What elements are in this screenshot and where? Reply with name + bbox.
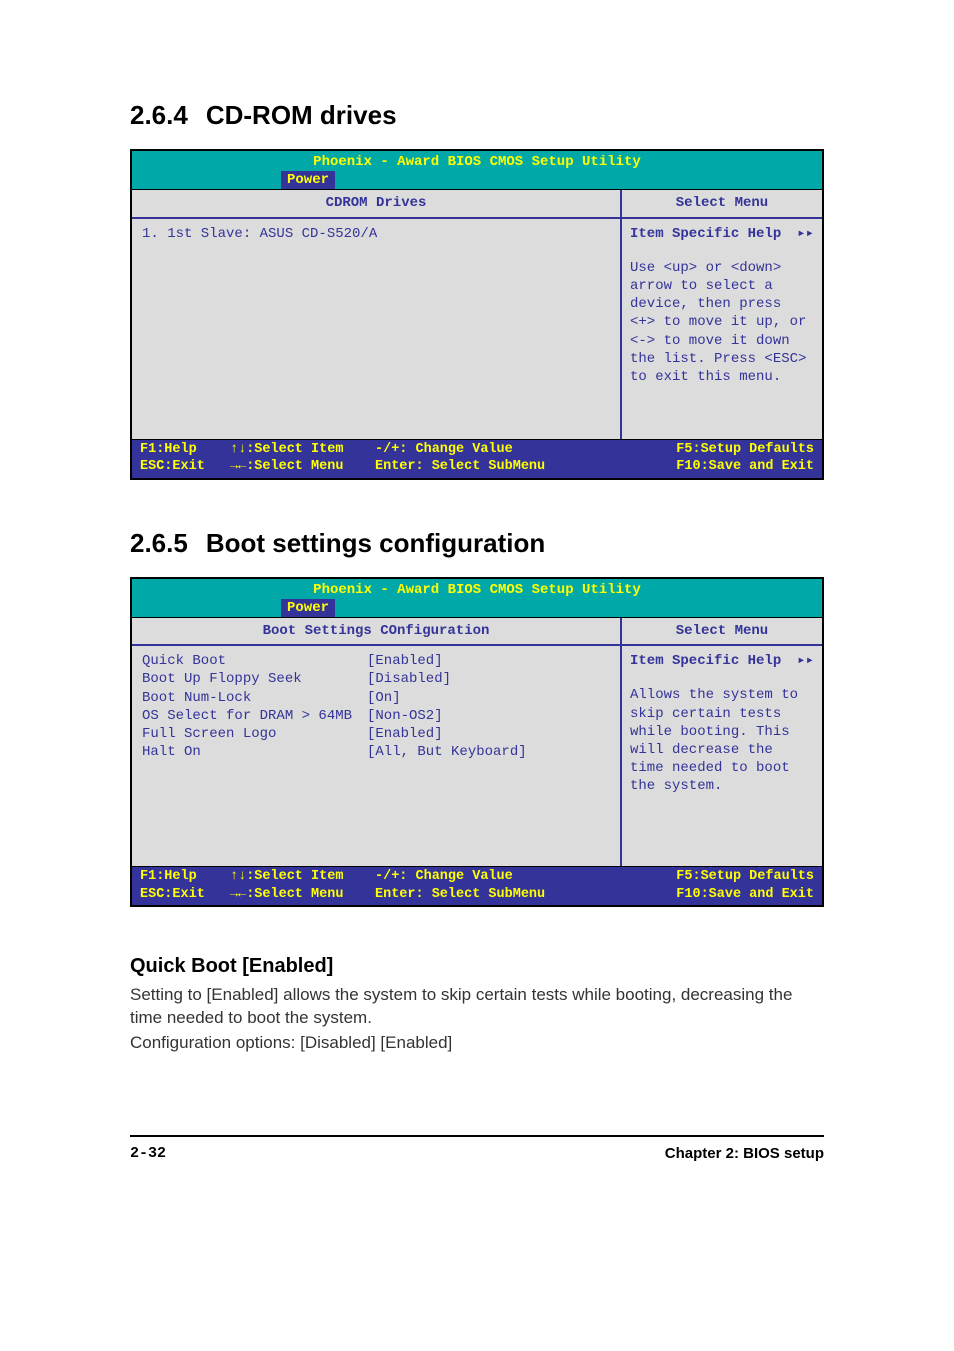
bios-help-title: Item Specific Help▸▸ <box>630 652 814 670</box>
section-number: 2.6.5 <box>130 528 188 558</box>
bios-left-content: Quick Boot[Enabled] Boot Up Floppy Seek[… <box>132 646 620 866</box>
bios-help-pane: Item Specific Help▸▸ Allows the system t… <box>622 646 822 866</box>
setting-label: Boot Num-Lock <box>142 689 367 707</box>
bios-header: Phoenix - Award BIOS CMOS Setup Utility … <box>132 579 822 617</box>
bios-screenshot-cdrom: Phoenix - Award BIOS CMOS Setup Utility … <box>130 149 824 480</box>
page-footer: 2-32 Chapter 2: BIOS setup <box>130 1135 824 1162</box>
bios-body: CDROM Drives 1. 1st Slave: ASUS CD-S520/… <box>132 189 822 438</box>
setting-value: [Disabled] <box>367 670 610 688</box>
body-paragraph: Setting to [Enabled] allows the system t… <box>130 984 824 1030</box>
bios-help-title: Item Specific Help▸▸ <box>630 225 814 243</box>
footer-col1: F1:Help ESC:Exit <box>140 441 230 476</box>
bios-active-tab: Power <box>277 171 339 189</box>
setting-row: Quick Boot[Enabled] <box>142 652 610 670</box>
footer-col4: F5:Setup Defaults F10:Save and Exit <box>676 441 814 476</box>
bios-body: Boot Settings COnfiguration Quick Boot[E… <box>132 617 822 866</box>
bios-header: Phoenix - Award BIOS CMOS Setup Utility … <box>132 151 822 189</box>
setting-label: Boot Up Floppy Seek <box>142 670 367 688</box>
setting-value: [Enabled] <box>367 652 610 670</box>
setting-value: [Enabled] <box>367 725 610 743</box>
body-paragraph: Configuration options: [Disabled] [Enabl… <box>130 1032 824 1055</box>
footer-col2: ↑↓:Select Item →←:Select Menu <box>230 868 375 903</box>
setting-value: [Non-OS2] <box>367 707 610 725</box>
setting-row: Boot Num-Lock[On] <box>142 689 610 707</box>
bios-help-pane: Item Specific Help▸▸ Use <up> or <down> … <box>622 219 822 439</box>
section-number: 2.6.4 <box>130 100 188 130</box>
setting-label: Full Screen Logo <box>142 725 367 743</box>
bios-right-pane: Select Menu Item Specific Help▸▸ Allows … <box>622 618 822 866</box>
bios-item-row: 1. 1st Slave: ASUS CD-S520/A <box>142 225 610 243</box>
bios-left-header: CDROM Drives <box>132 190 620 218</box>
setting-value: [On] <box>367 689 610 707</box>
bios-app-title: Phoenix - Award BIOS CMOS Setup Utility <box>132 151 822 171</box>
setting-label: Halt On <box>142 743 367 761</box>
setting-row: Halt On[All, But Keyboard] <box>142 743 610 761</box>
bios-right-header: Select Menu <box>622 190 822 218</box>
bios-left-pane: Boot Settings COnfiguration Quick Boot[E… <box>132 618 622 866</box>
bios-right-header: Select Menu <box>622 618 822 646</box>
bios-screenshot-boot-settings: Phoenix - Award BIOS CMOS Setup Utility … <box>130 577 824 908</box>
bios-help-body: Allows the system to skip certain tests … <box>630 686 814 795</box>
bios-active-tab: Power <box>277 599 339 617</box>
footer-col2: ↑↓:Select Item →←:Select Menu <box>230 441 375 476</box>
section-heading-264: 2.6.4 CD-ROM drives <box>130 100 824 131</box>
footer-col4: F5:Setup Defaults F10:Save and Exit <box>676 868 814 903</box>
fast-forward-icon: ▸▸ <box>797 652 814 670</box>
setting-value: [All, But Keyboard] <box>367 743 610 761</box>
page-number: 2-32 <box>130 1145 166 1162</box>
setting-row: Full Screen Logo[Enabled] <box>142 725 610 743</box>
bios-footer: F1:Help ESC:Exit ↑↓:Select Item →←:Selec… <box>132 866 822 905</box>
bios-footer: F1:Help ESC:Exit ↑↓:Select Item →←:Selec… <box>132 439 822 478</box>
chapter-label: Chapter 2: BIOS setup <box>665 1145 824 1162</box>
subsection-heading: Quick Boot [Enabled] <box>130 955 824 978</box>
footer-col3: -/+: Change Value Enter: Select SubMenu <box>375 441 676 476</box>
footer-col3: -/+: Change Value Enter: Select SubMenu <box>375 868 676 903</box>
bios-right-pane: Select Menu Item Specific Help▸▸ Use <up… <box>622 190 822 438</box>
setting-row: OS Select for DRAM > 64MB[Non-OS2] <box>142 707 610 725</box>
bios-app-title: Phoenix - Award BIOS CMOS Setup Utility <box>132 579 822 599</box>
bios-help-body: Use <up> or <down> arrow to select a dev… <box>630 259 814 386</box>
setting-label: Quick Boot <box>142 652 367 670</box>
setting-label: OS Select for DRAM > 64MB <box>142 707 367 725</box>
section-heading-265: 2.6.5 Boot settings configuration <box>130 528 824 559</box>
bios-left-pane: CDROM Drives 1. 1st Slave: ASUS CD-S520/… <box>132 190 622 438</box>
section-title-text: Boot settings configuration <box>206 528 545 558</box>
bios-left-content: 1. 1st Slave: ASUS CD-S520/A <box>132 219 620 439</box>
footer-col1: F1:Help ESC:Exit <box>140 868 230 903</box>
setting-row: Boot Up Floppy Seek[Disabled] <box>142 670 610 688</box>
bios-left-header: Boot Settings COnfiguration <box>132 618 620 646</box>
fast-forward-icon: ▸▸ <box>797 225 814 243</box>
section-title-text: CD-ROM drives <box>206 100 397 130</box>
